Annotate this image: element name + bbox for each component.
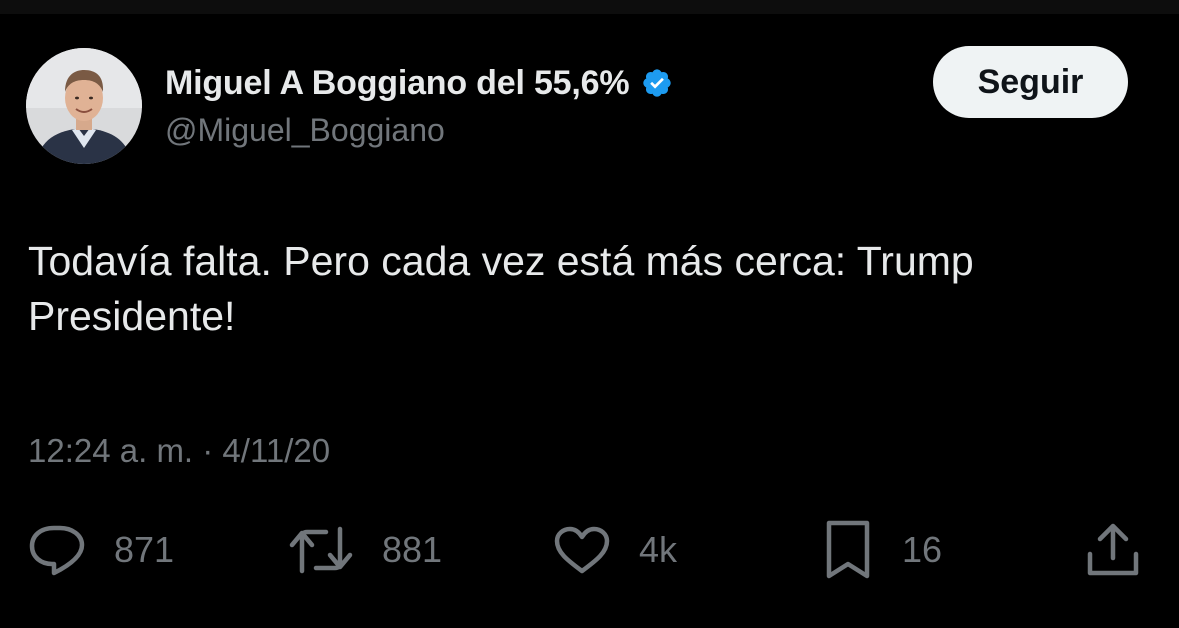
handle[interactable]: @Miguel_Boggiano (165, 112, 445, 149)
avatar-photo (26, 48, 142, 164)
heart-icon (554, 526, 610, 574)
bookmark-count: 16 (902, 529, 943, 570)
like-button[interactable]: 4k (553, 520, 677, 580)
top-bar (0, 0, 1179, 14)
follow-button[interactable]: Seguir (933, 46, 1128, 118)
retweet-icon (289, 526, 353, 574)
timestamp[interactable]: 12:24 a. m. · 4/11/20 (28, 432, 330, 470)
reply-icon (29, 525, 85, 576)
bookmark-button[interactable]: 16 (822, 520, 942, 580)
reply-count: 871 (114, 529, 175, 570)
verified-badge-icon (641, 67, 673, 99)
bookmark-icon (826, 520, 870, 579)
tweet-text: Todavía falta. Pero cada vez está más ce… (28, 238, 974, 339)
share-icon (1087, 523, 1139, 576)
like-count: 4k (639, 529, 678, 570)
retweet-count: 881 (382, 529, 443, 570)
author-name-row[interactable]: Miguel A Boggiano del 55,6% (165, 62, 673, 104)
retweet-button[interactable]: 881 (288, 520, 442, 580)
share-button[interactable] (1085, 520, 1141, 580)
display-name[interactable]: Miguel A Boggiano del 55,6% (165, 64, 630, 103)
reply-button[interactable]: 871 (28, 520, 174, 580)
avatar[interactable] (26, 48, 142, 164)
